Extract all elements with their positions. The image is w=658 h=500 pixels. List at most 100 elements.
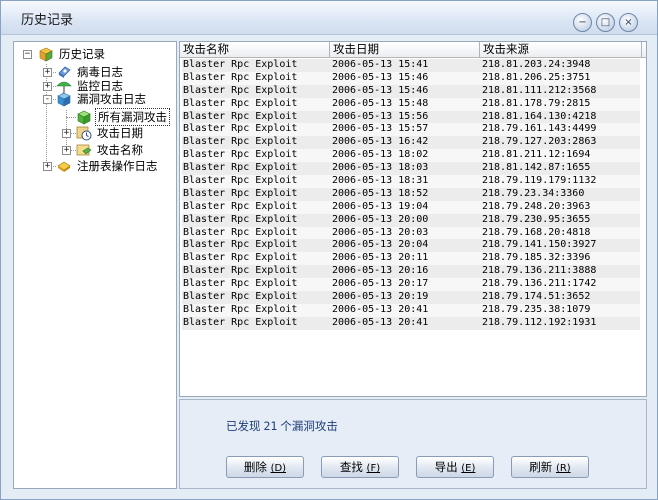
column-header-attack-name[interactable]: 攻击名称 <box>180 42 330 57</box>
tree-root[interactable]: 历史记录 <box>38 46 107 62</box>
cell-attack-name: Blaster Rpc Exploit <box>183 226 298 238</box>
cell-attack-name: Blaster Rpc Exploit <box>183 136 298 148</box>
table-row[interactable]: Blaster Rpc Exploit 2006-05-13 20:16 218.7… <box>182 265 640 279</box>
cell-attack-source: 218.79.136.211:1742 <box>482 278 597 290</box>
tree-expander-attack-name[interactable]: + <box>62 146 71 155</box>
table-row[interactable]: Blaster Rpc Exploit 2006-05-13 19:04 218.7… <box>182 200 640 214</box>
table-row[interactable]: Blaster Rpc Exploit 2006-05-13 15:46 218.8… <box>182 71 640 85</box>
cell-attack-source: 218.81.142.87:1655 <box>482 162 591 174</box>
window-title: 历史记录 <box>21 13 74 28</box>
cell-attack-date: 2006-05-13 15:46 <box>332 71 429 83</box>
tree-item-attack-name[interactable]: 攻击名称 <box>76 142 145 158</box>
exploit-log-icon <box>56 91 72 107</box>
cell-attack-source: 218.81.111.212:3568 <box>482 84 597 96</box>
table-row[interactable]: Blaster Rpc Exploit 2006-05-13 18:52 218.7… <box>182 187 640 201</box>
cell-attack-name: Blaster Rpc Exploit <box>183 291 298 303</box>
table-row[interactable]: Blaster Rpc Exploit 2006-05-13 20:03 218.7… <box>182 226 640 240</box>
table-row[interactable]: Blaster Rpc Exploit 2006-05-13 15:57 218.7… <box>182 123 640 137</box>
status-suffix: 个漏洞攻击 <box>280 419 338 433</box>
cell-attack-source: 218.81.164.130:4218 <box>482 110 597 122</box>
cell-attack-date: 2006-05-13 18:52 <box>332 187 429 199</box>
close-icon[interactable]: × <box>619 13 638 32</box>
button-label: 删除 <box>243 460 267 474</box>
button-accel: (E) <box>461 463 476 474</box>
title-bar[interactable]: 历史记录 − □ × <box>1 1 657 35</box>
tree-expander-monitor-log[interactable]: + <box>43 82 52 91</box>
table-row[interactable]: Blaster Rpc Exploit 2006-05-13 20:41 218.7… <box>182 303 640 317</box>
status-text: 已发现 21 个漏洞攻击 <box>226 418 338 434</box>
column-header-attack-source[interactable]: 攻击来源 <box>480 42 642 57</box>
tree-item-exploit-log[interactable]: 漏洞攻击日志 <box>56 91 148 107</box>
cell-attack-date: 2006-05-13 20:41 <box>332 316 429 328</box>
cell-attack-source: 218.79.248.20:3963 <box>482 200 591 212</box>
cell-attack-name: Blaster Rpc Exploit <box>183 200 298 212</box>
table-row[interactable]: Blaster Rpc Exploit 2006-05-13 15:46 218.8… <box>182 84 640 98</box>
cell-attack-date: 2006-05-13 20:03 <box>332 226 429 238</box>
cell-attack-name: Blaster Rpc Exploit <box>183 59 298 70</box>
cell-attack-name: Blaster Rpc Exploit <box>183 149 298 161</box>
table-row[interactable]: Blaster Rpc Exploit 2006-05-13 18:03 218.8… <box>182 162 640 176</box>
export-button[interactable]: 导出 (E) <box>416 456 494 478</box>
cell-attack-name: Blaster Rpc Exploit <box>183 265 298 277</box>
cell-attack-date: 2006-05-13 15:41 <box>332 59 429 70</box>
cell-attack-source: 218.81.206.25:3751 <box>482 71 591 83</box>
table-row[interactable]: Blaster Rpc Exploit 2006-05-13 20:11 218.7… <box>182 252 640 266</box>
refresh-button[interactable]: 刷新 (R) <box>511 456 589 478</box>
tree-item-registry-log[interactable]: 注册表操作日志 <box>56 158 160 174</box>
button-label: 刷新 <box>529 460 553 474</box>
table-row[interactable]: Blaster Rpc Exploit 2006-05-13 15:56 218.8… <box>182 110 640 124</box>
button-label: 导出 <box>434 460 458 474</box>
cell-attack-source: 218.79.112.192:1931 <box>482 316 597 328</box>
cell-attack-date: 2006-05-13 15:48 <box>332 97 429 109</box>
tree-item-label: 所有漏洞攻击 <box>95 108 170 126</box>
cell-attack-date: 2006-05-13 18:02 <box>332 149 429 161</box>
table-row[interactable]: Blaster Rpc Exploit 2006-05-13 20:19 218.7… <box>182 291 640 304</box>
exploit-list[interactable]: 攻击名称 攻击日期 攻击来源 Blaster Rpc Exploit 2006-0… <box>179 41 647 397</box>
status-count: 21 <box>263 419 278 433</box>
table-row[interactable]: Blaster Rpc Exploit 2006-05-13 16:42 218.7… <box>182 136 640 150</box>
cell-attack-source: 218.79.230.95:3655 <box>482 213 591 225</box>
action-panel: 已发现 21 个漏洞攻击 删除 (D) 查找 (F) 导出 (E) 刷新 (R) <box>179 399 647 489</box>
tree-expander-exploit-log[interactable]: - <box>43 95 52 104</box>
history-tree[interactable]: − 历史记录 + 病毒日志 + 监控日志 - 漏洞攻击日志 所有漏洞攻击 + 攻… <box>13 41 177 489</box>
cell-attack-source: 218.79.127.203:2863 <box>482 136 597 148</box>
cell-attack-source: 218.79.141.150:3927 <box>482 239 597 251</box>
tree-expander-registry-log[interactable]: + <box>43 162 52 171</box>
tree-expander-virus-log[interactable]: + <box>43 68 52 77</box>
cell-attack-date: 2006-05-13 15:46 <box>332 84 429 96</box>
column-header-attack-date[interactable]: 攻击日期 <box>330 42 480 57</box>
cell-attack-name: Blaster Rpc Exploit <box>183 316 298 328</box>
cell-attack-name: Blaster Rpc Exploit <box>183 213 298 225</box>
tree-item-attack-date[interactable]: 攻击日期 <box>76 125 145 141</box>
table-row[interactable]: Blaster Rpc Exploit 2006-05-13 20:00 218.7… <box>182 213 640 227</box>
cell-attack-date: 2006-05-13 20:04 <box>332 239 429 251</box>
attack-date-icon <box>76 125 92 141</box>
table-row[interactable]: Blaster Rpc Exploit 2006-05-13 18:31 218.7… <box>182 175 640 188</box>
tree-expander-attack-date[interactable]: + <box>62 129 71 138</box>
cell-attack-source: 218.79.185.32:3396 <box>482 252 591 264</box>
tree-root-expander[interactable]: − <box>23 50 32 59</box>
cell-attack-source: 218.81.178.79:2815 <box>482 97 591 109</box>
delete-button[interactable]: 删除 (D) <box>226 456 304 478</box>
cell-attack-source: 218.79.235.38:1079 <box>482 303 591 315</box>
tree-root-label: 历史记录 <box>59 47 105 61</box>
find-button[interactable]: 查找 (F) <box>321 456 399 478</box>
cell-attack-date: 2006-05-13 15:57 <box>332 123 429 135</box>
cell-attack-name: Blaster Rpc Exploit <box>183 303 298 315</box>
cell-attack-date: 2006-05-13 20:17 <box>332 278 429 290</box>
tree-item-label: 攻击名称 <box>97 143 143 157</box>
tree-item-all-exploits[interactable]: 所有漏洞攻击 <box>76 108 170 126</box>
minimize-icon[interactable]: − <box>573 13 592 32</box>
table-row[interactable]: Blaster Rpc Exploit 2006-05-13 15:41 218.8… <box>182 59 640 72</box>
maximize-icon[interactable]: □ <box>596 13 615 32</box>
cell-attack-date: 2006-05-13 20:11 <box>332 252 429 264</box>
table-row[interactable]: Blaster Rpc Exploit 2006-05-13 15:48 218.8… <box>182 97 640 111</box>
table-row[interactable]: Blaster Rpc Exploit 2006-05-13 20:04 218.7… <box>182 239 640 253</box>
table-row[interactable]: Blaster Rpc Exploit 2006-05-13 18:02 218.8… <box>182 149 640 163</box>
table-row[interactable]: Blaster Rpc Exploit 2006-05-13 20:17 218.7… <box>182 278 640 292</box>
table-row[interactable]: Blaster Rpc Exploit 2006-05-13 20:41 218.7… <box>182 316 640 330</box>
cell-attack-date: 2006-05-13 20:16 <box>332 265 429 277</box>
tree-item-label: 漏洞攻击日志 <box>77 92 146 106</box>
list-header: 攻击名称 攻击日期 攻击来源 <box>180 42 646 58</box>
cell-attack-source: 218.79.161.143:4499 <box>482 123 597 135</box>
